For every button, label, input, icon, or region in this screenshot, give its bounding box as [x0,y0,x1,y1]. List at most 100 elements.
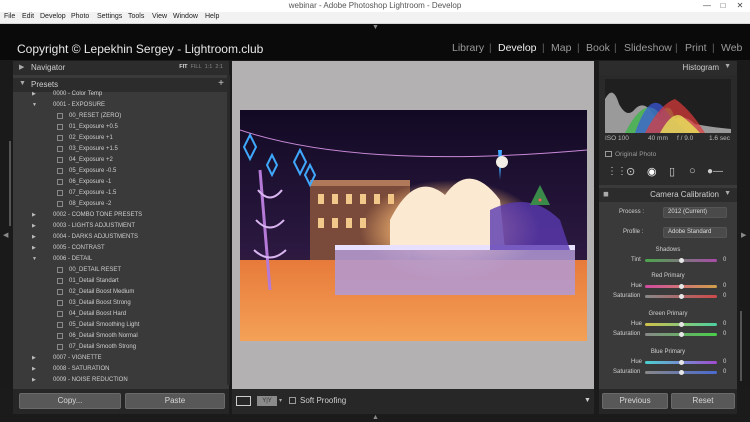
menu-tools[interactable]: Tools [128,13,144,20]
menu-edit[interactable]: Edit [22,13,34,20]
preset-folder[interactable]: ▶ 0007 - VIGNETTE [13,353,229,364]
red-hue-slider[interactable] [645,284,717,289]
photo-preview[interactable] [240,110,587,341]
green-saturation-slider[interactable] [645,332,717,337]
collapse-triangle-icon[interactable]: ▶ [32,234,36,240]
shadows-tint-value[interactable]: 0 [723,257,726,263]
green-saturation-value[interactable]: 0 [723,331,726,337]
adjustment-brush-icon[interactable]: ●— [707,166,723,177]
zoom-2-1[interactable]: 2:1 [215,64,223,70]
module-map[interactable]: Map [551,42,571,54]
panel-switch-icon[interactable]: ◼ [603,190,609,198]
preset-item[interactable]: 05_Detail Smoothing Light [13,320,229,331]
paste-button[interactable]: Paste [125,393,225,409]
before-after-button[interactable]: Y|Y [257,396,277,406]
collapse-triangle-icon[interactable]: ▶ [32,355,36,361]
preset-item[interactable]: 03_Detail Boost Strong [13,298,229,309]
preset-folder[interactable]: ▶ 0005 - CONTRAST [13,243,229,254]
loupe-view-icon[interactable] [236,396,251,406]
blue-hue-value[interactable]: 0 [723,359,726,365]
soft-proofing-checkbox[interactable] [289,397,296,404]
before-after-dropdown-icon[interactable]: ▾ [279,397,282,404]
preset-item[interactable]: 00_RESET (ZERO) [13,111,229,122]
preset-item[interactable]: 01_Detail Standart [13,276,229,287]
navigator-header[interactable]: ▶ Navigator FIT FILL 1:1 2:1 [13,61,229,75]
blue-hue-knob[interactable] [678,360,684,365]
minimize-button[interactable]: — [700,0,714,12]
collapse-triangle-icon[interactable]: ▶ [32,212,36,218]
collapse-triangle-icon[interactable]: ▶ [32,377,36,383]
expand-triangle-icon[interactable]: ▼ [32,256,37,262]
preset-item[interactable]: 02_Exposure +1 [13,133,229,144]
module-slideshow[interactable]: Slideshow [624,42,672,54]
preset-folder[interactable]: ▶ 0008 - SATURATION [13,364,229,375]
expand-triangle-icon[interactable]: ▼ [32,102,37,108]
toolbar-menu-icon[interactable]: ▼ [584,397,591,404]
shadows-tint-knob[interactable] [678,258,684,263]
menu-develop[interactable]: Develop [40,13,66,20]
blue-saturation-knob[interactable] [678,370,684,375]
green-hue-slider[interactable] [645,322,717,327]
preset-scrollbar[interactable] [227,75,230,385]
module-web[interactable]: Web [721,42,742,54]
preset-item[interactable]: 02_Detail Boost Medium [13,287,229,298]
left-panel-toggle-icon[interactable]: ◀ [3,231,8,239]
module-develop[interactable]: Develop [498,42,537,54]
histogram-header[interactable]: Histogram ▼ [599,61,737,75]
right-panel-scrollbar[interactable] [740,311,742,381]
process-dropdown[interactable]: 2012 (Current) [663,207,727,218]
zoom-fit[interactable]: FIT [179,64,187,70]
preset-folder[interactable]: ▶ 0002 - COMBO TONE PRESETS [13,210,229,221]
preset-item[interactable]: 00_DETAIL RESET [13,265,229,276]
preset-item[interactable]: 04_Detail Boost Hard [13,309,229,320]
graduated-filter-icon[interactable]: ▯ [669,165,675,178]
radial-filter-icon[interactable]: ○ [689,165,696,177]
preset-item[interactable]: 04_Exposure +2 [13,155,229,166]
red-saturation-slider[interactable] [645,294,717,299]
preset-item[interactable]: 07_Exposure -1.5 [13,188,229,199]
preset-item[interactable]: 03_Exposure +1.5 [13,144,229,155]
menu-view[interactable]: View [152,13,167,20]
preset-folder[interactable]: ▶ 0000 - Color Temp [13,89,229,100]
preset-item[interactable]: 07_Detail Smooth Strong [13,342,229,353]
menu-photo[interactable]: Photo [71,13,89,20]
preset-item[interactable]: 08_Exposure -2 [13,199,229,210]
menu-settings[interactable]: Settings [97,13,122,20]
original-photo-icon[interactable] [605,151,612,157]
close-button[interactable]: ✕ [733,0,747,12]
preset-folder[interactable]: ▼ 0001 - EXPOSURE [13,100,229,111]
add-preset-icon[interactable]: + [218,78,224,89]
collapse-triangle-icon[interactable]: ▶ [32,366,36,372]
filmstrip-toggle-icon[interactable]: ▲ [372,414,379,421]
menu-window[interactable]: Window [173,13,198,20]
preset-item[interactable]: 01_Exposure +0.5 [13,122,229,133]
camera-calibration-header[interactable]: Camera Calibration ▼ ◼ [599,188,737,202]
maximize-button[interactable]: □ [716,0,730,12]
menu-file[interactable]: File [4,13,15,20]
green-hue-knob[interactable] [678,322,684,327]
profile-dropdown[interactable]: Adobe Standard [663,227,727,238]
red-hue-knob[interactable] [678,284,684,289]
collapse-triangle-icon[interactable]: ▶ [32,91,36,97]
green-hue-value[interactable]: 0 [723,321,726,327]
preset-item[interactable]: 06_Exposure -1 [13,177,229,188]
blue-saturation-slider[interactable] [645,370,717,375]
menu-help[interactable]: Help [205,13,219,20]
module-library[interactable]: Library [452,42,484,54]
collapse-triangle-icon[interactable]: ▶ [32,223,36,229]
reset-button[interactable]: Reset [671,393,735,409]
left-panel-scrollbar[interactable] [9,141,11,226]
zoom-fill[interactable]: FILL [191,64,202,70]
top-panel-toggle-icon[interactable]: ▼ [372,24,379,31]
collapse-triangle-icon[interactable]: ▶ [32,245,36,251]
red-eye-tool-icon[interactable]: ◉ [647,165,657,178]
right-panel-toggle-icon[interactable]: ▶ [741,231,746,239]
shadows-tint-slider[interactable] [645,258,717,263]
green-saturation-knob[interactable] [678,332,684,337]
spot-removal-tool-icon[interactable]: ⊙ [626,165,635,178]
preset-folder[interactable]: ▶ 0004 - DARKS ADJUSTMENTS [13,232,229,243]
histogram-graph[interactable] [605,79,731,133]
preset-item[interactable]: 05_Exposure -0.5 [13,166,229,177]
blue-saturation-value[interactable]: 0 [723,369,726,375]
crop-tool-icon[interactable]: ⋮⋮ [607,166,627,177]
